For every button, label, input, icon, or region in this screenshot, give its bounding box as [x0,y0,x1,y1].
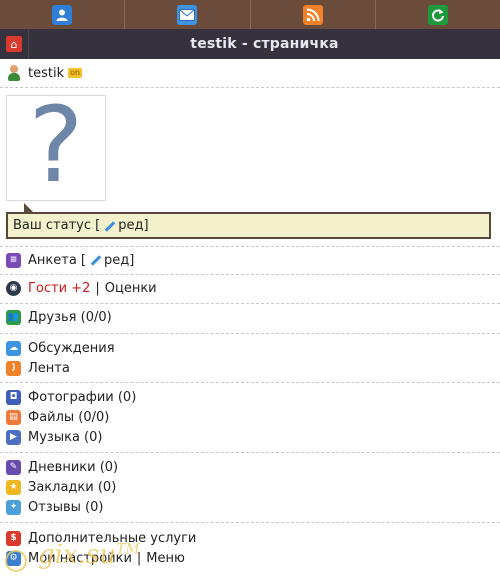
home-icon: ⌂ [6,36,22,52]
friends-section: 👥 Друзья (0/0) [0,304,500,334]
page-title: testik - страничка [190,36,339,52]
menu-item-discussions[interactable]: ☁ Обсуждения [0,338,500,358]
avatar[interactable]: ? [6,84,106,206]
user-icon [52,4,73,25]
file-icon: ▤ [6,409,21,425]
status-edit-link[interactable]: ред [118,218,143,233]
rss-icon: ) [6,360,21,376]
home-button[interactable]: ⌂ [0,29,29,59]
feed-label[interactable]: Лента [28,361,70,376]
discussions-label[interactable]: Обсуждения [28,341,115,356]
chat-bubbles-icon: ☁ [6,340,21,356]
diary-pen-icon: ✎ [6,459,21,475]
music-label[interactable]: Музыка (0) [28,430,102,445]
settings-section: $ Дополнительные услуги ⚙ Мои настройки … [0,523,500,568]
profile-form-icon: ≡ [6,252,21,268]
feed-button[interactable] [251,0,376,29]
anketa-section: ≡ Анкета [ ред ] [0,247,500,275]
menu-item-files[interactable]: ▤ Файлы (0/0) [0,407,500,427]
avatar-placeholder-icon: ? [28,84,84,206]
menu-item-diaries[interactable]: ✎ Дневники (0) [0,457,500,477]
refresh-icon [427,4,448,25]
star-icon: ★ [6,479,21,495]
separator: | [136,550,142,566]
pencil-icon [103,220,115,232]
guests-link[interactable]: Гости +2 [28,281,90,296]
ratings-link[interactable]: Оценки [105,281,157,296]
photos-label[interactable]: Фотографии (0) [28,390,136,405]
menu-item-anketa[interactable]: ≡ Анкета [ ред ] [0,250,500,270]
extra-services-label[interactable]: Дополнительные услуги [28,531,196,546]
profile-button[interactable] [0,0,126,29]
status-bracket: ] [143,218,149,233]
refresh-button[interactable] [376,0,500,29]
friends-label[interactable]: Друзья (0/0) [28,310,112,325]
reviews-icon: ✦ [6,499,21,515]
content-section: ✎ Дневники (0) ★ Закладки (0) ✦ Отзывы (… [0,453,500,523]
menu-item-guests: ◉ Гости +2 | Оценки [0,278,500,298]
social-section: ☁ Обсуждения ) Лента [0,334,500,383]
menu-item-reviews[interactable]: ✦ Отзывы (0) [0,497,500,517]
menu-item-feed[interactable]: ) Лента [0,358,500,378]
mail-button[interactable] [125,0,251,29]
menu-link[interactable]: Меню [146,551,185,566]
menu-item-music[interactable]: ▶ Музыка (0) [0,427,500,447]
profile-block: ? Ваш статус [ ред ] [0,88,500,247]
status-box: Ваш статус [ ред ] [6,212,491,239]
anketa-bracket: ] [129,252,135,268]
camera-icon: ◘ [6,389,21,405]
rss-icon [302,4,323,25]
diaries-label[interactable]: Дневники (0) [28,460,118,475]
envelope-icon [177,4,198,25]
user-status-icon [6,65,22,81]
friends-icon: 👥 [6,309,21,325]
anketa-edit-link[interactable]: ред [104,253,129,268]
menu-item-friends[interactable]: 👥 Друзья (0/0) [0,307,500,327]
pencil-icon [89,254,101,266]
menu-item-bookmarks[interactable]: ★ Закладки (0) [0,477,500,497]
menu-item-settings: ⚙ Мои настройки | Меню [0,548,500,568]
anketa-label[interactable]: Анкета [ [28,253,86,268]
media-section: ◘ Фотографии (0) ▤ Файлы (0/0) ▶ Музыка … [0,383,500,453]
services-icon: $ [6,530,21,546]
eye-icon: ◉ [6,280,21,296]
bookmarks-label[interactable]: Закладки (0) [28,480,116,495]
online-badge: on [68,68,83,78]
separator: | [95,280,100,296]
settings-link[interactable]: Мои настройки [28,551,132,566]
files-label[interactable]: Файлы (0/0) [28,410,109,425]
menu-item-extra-services[interactable]: $ Дополнительные услуги [0,528,500,548]
reviews-label[interactable]: Отзывы (0) [28,500,103,515]
menu-item-photos[interactable]: ◘ Фотографии (0) [0,387,500,407]
status-pointer [24,203,33,212]
username-link[interactable]: testik [28,66,64,81]
status-label: Ваш статус [ [13,218,101,233]
guests-section: ◉ Гости +2 | Оценки [0,275,500,304]
watermark-seal [5,550,27,572]
title-bar: ⌂ testik - страничка [0,29,500,59]
play-icon: ▶ [6,429,21,445]
top-toolbar [0,0,500,29]
